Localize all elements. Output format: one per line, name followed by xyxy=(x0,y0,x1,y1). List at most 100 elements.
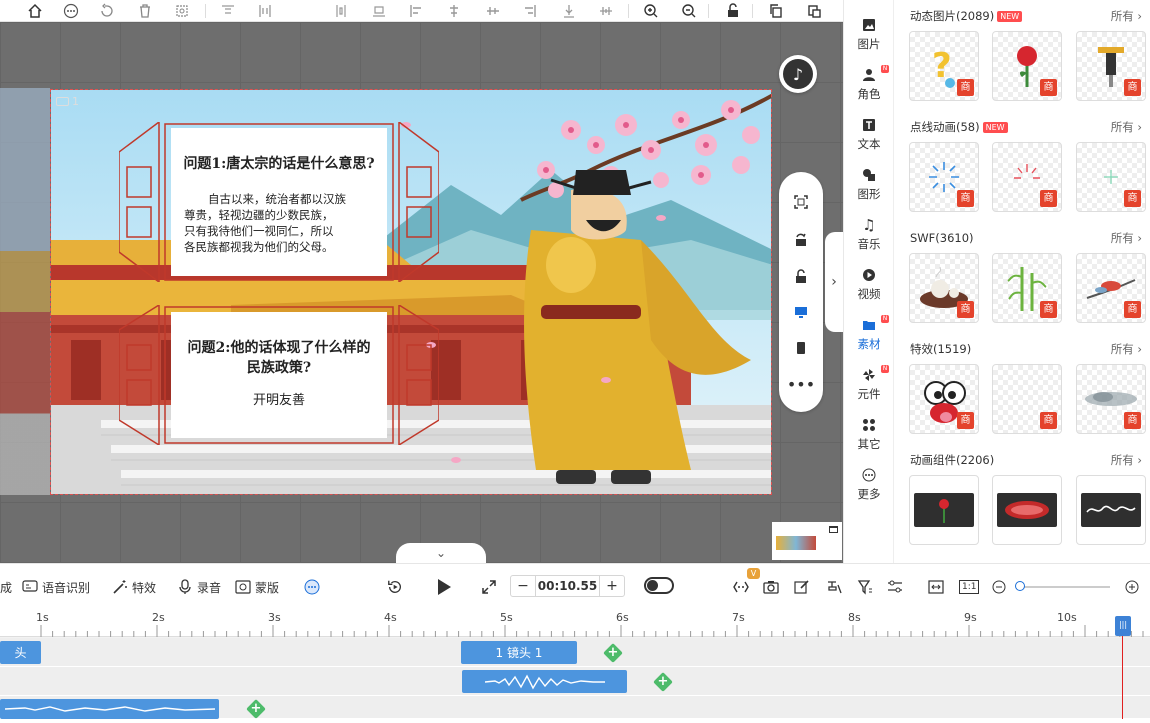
filter-button[interactable] xyxy=(857,578,873,596)
zoom-out-button[interactable] xyxy=(991,578,1007,596)
zoom-out-icon[interactable] xyxy=(680,2,698,20)
asset-tile[interactable]: ? 商 xyxy=(909,31,979,101)
category-video[interactable]: 视频 xyxy=(844,260,894,308)
distribute-h-icon[interactable] xyxy=(597,2,615,20)
more-tools-button[interactable] xyxy=(304,578,320,596)
time-decrease-button[interactable]: − xyxy=(511,578,535,594)
add-audio-plus-icon[interactable] xyxy=(653,672,673,692)
stage[interactable]: 1 问题1:唐太宗的话是什么意思? 自古以来，统治者都以汉族 尊贵，轻视边疆的少… xyxy=(50,89,772,495)
delete-icon[interactable] xyxy=(136,2,154,20)
asset-tile[interactable] xyxy=(909,475,979,545)
asset-tile[interactable] xyxy=(992,475,1062,545)
align-baseline-icon[interactable] xyxy=(560,2,578,20)
home-icon[interactable] xyxy=(26,2,44,20)
speech-recognition-button[interactable]: 语音识别 xyxy=(22,578,90,596)
align-bottom-icon[interactable] xyxy=(370,2,388,20)
category-other[interactable]: 其它 xyxy=(844,410,894,458)
ai-button[interactable]: V xyxy=(733,568,760,596)
align-right-icon[interactable] xyxy=(521,2,539,20)
align-vcenter-icon[interactable] xyxy=(256,2,274,20)
adjust-button[interactable] xyxy=(887,578,903,596)
category-role[interactable]: 角色 N xyxy=(844,60,894,108)
collapse-canvas-chevron-icon[interactable]: ⌄ xyxy=(396,543,486,563)
zoom-slider-handle[interactable] xyxy=(1015,581,1025,591)
camera-button[interactable] xyxy=(763,578,779,596)
asset-tile[interactable]: 商 xyxy=(1076,364,1146,434)
paste-icon[interactable] xyxy=(805,2,823,20)
playhead-handle[interactable]: ||| xyxy=(1115,616,1131,636)
ratio-button[interactable]: 1:1 xyxy=(959,578,980,596)
window-icon[interactable] xyxy=(829,526,838,533)
category-music[interactable]: ♫ 音乐 xyxy=(844,210,894,258)
asset-tile[interactable]: 商 xyxy=(1076,31,1146,101)
more-circle-icon[interactable] xyxy=(62,2,80,20)
audio-clip-1[interactable] xyxy=(462,670,627,693)
audio-track-1[interactable] xyxy=(0,667,1150,696)
cut-button[interactable]: 成 xyxy=(0,578,12,596)
see-all-link[interactable]: 所有 › xyxy=(1111,452,1142,468)
asset-tile[interactable]: 商 xyxy=(992,142,1062,212)
replay-button[interactable] xyxy=(387,578,403,596)
asset-tile[interactable]: 商 xyxy=(992,364,1062,434)
edit-button[interactable] xyxy=(794,578,810,596)
see-all-link[interactable]: 所有 › xyxy=(1111,119,1142,135)
crop-icon[interactable] xyxy=(173,2,191,20)
timeline[interactable]: 1s 2s 3s 4s 5s 6s 7s 8s 9s 10s 头 1 镜头 1 … xyxy=(0,609,1150,719)
time-ruler[interactable]: 1s 2s 3s 4s 5s 6s 7s 8s 9s 10s xyxy=(0,609,1150,637)
mobile-preview-icon[interactable] xyxy=(791,338,811,358)
lock-icon[interactable] xyxy=(724,2,742,20)
shot-track[interactable]: 头 1 镜头 1 xyxy=(0,638,1150,667)
effect-button[interactable]: 特效 xyxy=(112,578,156,596)
more-options-icon[interactable]: ••• xyxy=(787,374,815,394)
add-shot-plus-icon[interactable] xyxy=(603,643,623,663)
fit-screen-icon[interactable] xyxy=(791,192,811,212)
asset-tile[interactable] xyxy=(1076,475,1146,545)
add-audio-plus-icon[interactable] xyxy=(246,699,266,719)
distribute-icon[interactable] xyxy=(332,2,350,20)
canvas-area[interactable]: 1 问题1:唐太宗的话是什么意思? 自古以来，统治者都以汉族 尊贵，轻视边疆的少… xyxy=(0,22,843,563)
zoom-in-icon[interactable] xyxy=(642,2,660,20)
category-text[interactable]: 文本 xyxy=(844,110,894,158)
minimap-thumbnail[interactable] xyxy=(772,522,842,560)
stamp-button[interactable] xyxy=(826,578,842,596)
see-all-link[interactable]: 所有 › xyxy=(1111,341,1142,357)
asset-tile[interactable]: 商 xyxy=(909,253,979,323)
time-value[interactable]: 00:10.55 xyxy=(535,576,600,596)
category-material[interactable]: 素材 N xyxy=(844,310,894,358)
copy-icon[interactable] xyxy=(767,2,785,20)
asset-tile[interactable]: 商 xyxy=(1076,253,1146,323)
rotate-icon[interactable] xyxy=(98,2,116,20)
asset-tile[interactable]: 商 xyxy=(992,31,1062,101)
zoom-in-button[interactable] xyxy=(1124,578,1140,596)
music-button[interactable]: ♪ xyxy=(779,55,817,93)
mask-button[interactable]: 蒙版 xyxy=(235,578,279,596)
category-more[interactable]: 更多 xyxy=(844,460,894,508)
time-increase-button[interactable]: + xyxy=(600,578,624,594)
audio-track-2[interactable] xyxy=(0,696,1150,719)
align-left-icon[interactable] xyxy=(407,2,425,20)
desktop-preview-icon[interactable] xyxy=(791,302,811,322)
record-button[interactable]: 录音 xyxy=(177,578,221,596)
asset-tile[interactable]: 商 xyxy=(992,253,1062,323)
category-element[interactable]: 元件 N xyxy=(844,360,894,408)
see-all-link[interactable]: 所有 › xyxy=(1111,230,1142,246)
audio-clip-2[interactable] xyxy=(0,699,219,719)
asset-tile[interactable]: 商 xyxy=(909,364,979,434)
fit-width-button[interactable] xyxy=(928,578,944,596)
toggle-switch[interactable] xyxy=(644,577,674,594)
panel-toggle-chevron-icon[interactable]: › xyxy=(825,232,843,332)
see-all-link[interactable]: 所有 › xyxy=(1111,8,1142,24)
fullscreen-button[interactable] xyxy=(481,578,497,596)
category-shape[interactable]: 图形 xyxy=(844,160,894,208)
play-button[interactable] xyxy=(436,578,452,596)
zoom-slider-track[interactable] xyxy=(1016,586,1110,588)
shot-clip-previous[interactable]: 头 xyxy=(0,641,41,664)
asset-tile[interactable]: 商 xyxy=(909,142,979,212)
shot-clip-1[interactable]: 1 镜头 1 xyxy=(461,641,577,664)
rotate-canvas-icon[interactable] xyxy=(791,230,811,250)
align-middle-icon[interactable] xyxy=(484,2,502,20)
align-hcenter-icon[interactable] xyxy=(445,2,463,20)
asset-tile[interactable]: 商 xyxy=(1076,142,1146,212)
align-top-icon[interactable] xyxy=(219,2,237,20)
category-image[interactable]: 图片 xyxy=(844,10,894,58)
